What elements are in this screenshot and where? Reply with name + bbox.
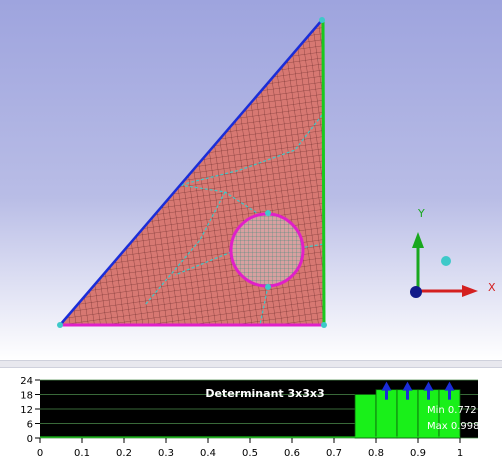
- z-axis-origin: [410, 286, 422, 298]
- quality-histogram[interactable]: 24 18 12 6 0 0 0.1 0.2 0.3 0.4 0.5 0.6 0.7 0.8 0.9 1 D…: [0, 368, 502, 467]
- x-tick-label: 0.5: [242, 448, 258, 459]
- hole-region[interactable]: [229, 212, 305, 288]
- y-tick-label: 18: [20, 391, 33, 402]
- x-tick-label: 0.2: [116, 448, 132, 459]
- y-tick-label: 0: [27, 434, 33, 445]
- x-tick-label: 0.1: [74, 448, 90, 459]
- axis-triad: Y X: [410, 207, 496, 298]
- x-tick-label: 0.4: [200, 448, 216, 459]
- x-tick-label: 1: [457, 448, 463, 459]
- y-tick-label: 12: [20, 405, 33, 416]
- x-tick-label: 0.8: [368, 448, 384, 459]
- histogram-y-ticks: 24 18 12 6 0: [20, 376, 40, 445]
- y-axis-label: Y: [417, 207, 425, 220]
- vertex-hole-top: [265, 210, 271, 216]
- x-tick-label: 0: [37, 448, 43, 459]
- graphics-viewport[interactable]: Y X: [0, 0, 502, 360]
- vertex-top: [319, 17, 325, 23]
- x-tick-label: 0.6: [284, 448, 300, 459]
- y-tick-label: 6: [27, 420, 33, 431]
- min-value-label: Min 0.772: [427, 405, 477, 416]
- histogram-chart: 24 18 12 6 0 0 0.1 0.2 0.3 0.4 0.5 0.6 0.7 0.8 0.9 1 D…: [20, 376, 479, 459]
- histogram-x-ticks: 0 0.1 0.2 0.3 0.4 0.5 0.6 0.7 0.8 0.9 1: [37, 438, 463, 459]
- view-center-dot: [441, 256, 451, 266]
- max-value-label: Max 0.998: [427, 421, 479, 432]
- mesh-canvas[interactable]: Y X: [0, 0, 502, 360]
- panel-splitter[interactable]: [0, 360, 502, 368]
- vertex-hole-bottom: [265, 284, 271, 290]
- x-tick-label: 0.7: [326, 448, 342, 459]
- x-axis-arrowhead: [462, 285, 478, 297]
- x-axis-label: X: [488, 281, 496, 294]
- histogram-bar: [354, 394, 377, 439]
- x-tick-label: 0.9: [410, 448, 426, 459]
- vertex-bottom-left: [57, 322, 63, 328]
- x-tick-label: 0.3: [158, 448, 174, 459]
- y-axis-arrowhead: [412, 232, 424, 248]
- y-tick-label: 24: [20, 376, 33, 387]
- histogram-title: Determinant 3x3x3: [205, 387, 324, 400]
- vertex-bottom-right: [321, 322, 327, 328]
- vertical-edge[interactable]: [321, 19, 326, 326]
